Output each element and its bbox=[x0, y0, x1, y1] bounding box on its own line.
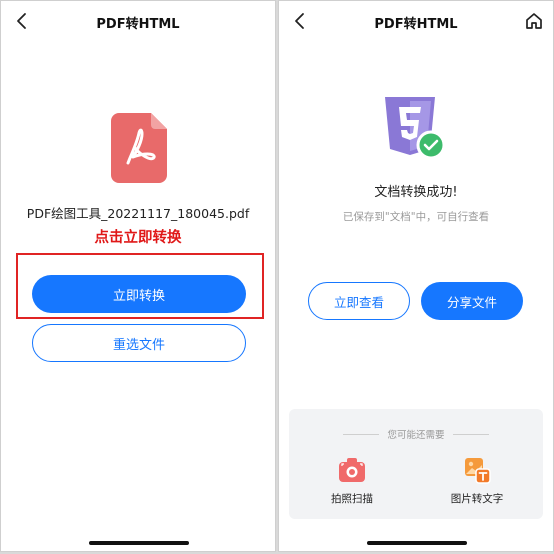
pdf-file-icon bbox=[111, 113, 167, 183]
convert-hint: 点击立即转换 bbox=[94, 230, 182, 246]
divider-line bbox=[452, 433, 489, 435]
home-indicator bbox=[89, 541, 189, 545]
suggestions-title: 您可能还需要 bbox=[387, 430, 445, 441]
left-header: PDF转HTML bbox=[1, 1, 275, 41]
right-header: PDF转HTML bbox=[279, 1, 553, 41]
suggestions-header: 您可能还需要 bbox=[289, 427, 543, 441]
screenshot-frame: PDF转HTML PDF绘图工具_20221117_180045.pdf 点击立… bbox=[0, 0, 554, 554]
share-file-button[interactable]: 分享文件 bbox=[421, 282, 523, 320]
file-name: PDF绘图工具_20221117_180045.pdf bbox=[26, 206, 250, 221]
tool-label: 图片转文字 bbox=[450, 493, 504, 505]
home-indicator bbox=[367, 541, 467, 545]
suggestions-panel: 您可能还需要 拍照扫描 图片转文字 bbox=[289, 409, 543, 519]
success-title: 文档转换成功! bbox=[374, 185, 458, 200]
tool-photo-scan[interactable]: 拍照扫描 bbox=[307, 455, 397, 506]
left-screen: PDF转HTML PDF绘图工具_20221117_180045.pdf 点击立… bbox=[0, 0, 276, 552]
tool-label: 拍照扫描 bbox=[331, 493, 373, 505]
image-to-text-icon bbox=[465, 458, 491, 484]
divider-line bbox=[343, 433, 380, 435]
tool-image-to-text[interactable]: 图片转文字 bbox=[432, 455, 522, 506]
home-icon[interactable] bbox=[525, 12, 543, 30]
page-title: PDF转HTML bbox=[96, 17, 180, 32]
page-title: PDF转HTML bbox=[374, 17, 458, 32]
view-now-button[interactable]: 立即查看 bbox=[308, 282, 410, 320]
right-screen: PDF转HTML 文档转换成功! 已保存到"文档"中，可自行查看 立即查看 分享… bbox=[278, 0, 554, 552]
reselect-file-button[interactable]: 重选文件 bbox=[32, 324, 246, 362]
html5-success-icon bbox=[385, 97, 445, 160]
camera-scan-icon bbox=[339, 458, 365, 482]
convert-now-button[interactable]: 立即转换 bbox=[32, 275, 246, 313]
saved-note: 已保存到"文档"中，可自行查看 bbox=[342, 211, 490, 223]
